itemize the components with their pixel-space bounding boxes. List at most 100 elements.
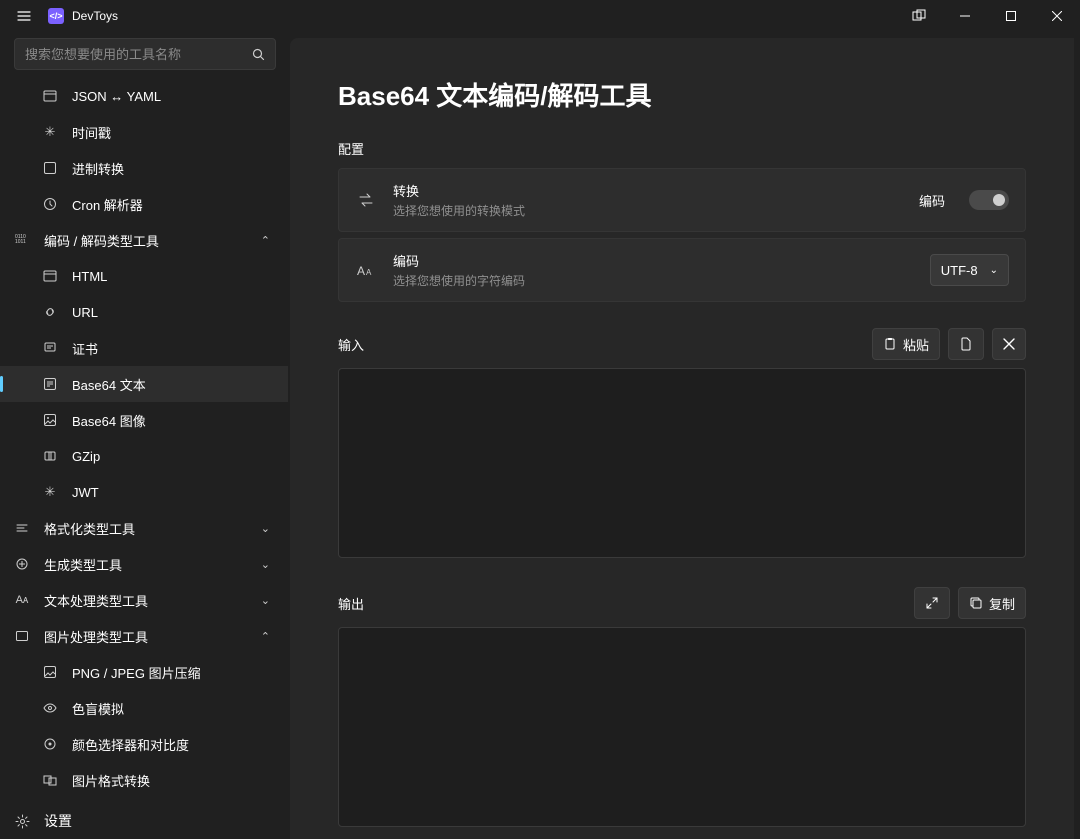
sidebar-item-label: 证书 [72, 339, 288, 358]
convert-icon [42, 772, 58, 788]
config-card-convert: 转换 选择您想使用的转换模式 编码 [338, 168, 1026, 232]
copy-label: 复制 [989, 594, 1015, 613]
svg-text:A: A [366, 268, 372, 277]
chevron-down-icon: ⌄ [261, 522, 270, 535]
sidebar-category-image[interactable]: 图片处理类型工具 ⌃ [0, 618, 288, 654]
content-area: Base64 文本编码/解码工具 配置 转换 选择您想使用的转换模式 编码 AA… [290, 38, 1074, 839]
picker-icon [42, 736, 58, 752]
sidebar-item-label: URL [72, 305, 288, 320]
chevron-up-icon: ⌃ [261, 630, 270, 643]
json-yaml-icon [42, 88, 58, 104]
settings-label: 设置 [44, 811, 72, 831]
sidebar-category-generate[interactable]: 生成类型工具 ⌄ [0, 546, 288, 582]
encoding-title: 编码 [393, 251, 914, 270]
sidebar-item-jwt[interactable]: ✳ JWT [0, 474, 288, 510]
clear-button[interactable] [992, 328, 1026, 360]
sidebar-item-html[interactable]: HTML [0, 258, 288, 294]
expand-button[interactable] [914, 587, 950, 619]
sidebar-item-label: 图片格式转换 [72, 771, 288, 790]
input-label: 输入 [338, 335, 872, 354]
svg-text:0110: 0110 [15, 234, 26, 240]
input-textarea[interactable] [338, 368, 1026, 558]
app-icon: </> [48, 8, 64, 24]
timestamp-icon: ✳ [42, 124, 58, 140]
close-button[interactable] [1034, 0, 1080, 32]
sidebar-category-text[interactable]: Aᴀ 文本处理类型工具 ⌄ [0, 582, 288, 618]
x-icon [1003, 338, 1015, 350]
chevron-down-icon: ⌄ [261, 594, 270, 607]
encode-category-icon: 10110110 [14, 232, 30, 248]
output-textarea[interactable] [338, 627, 1026, 827]
sidebar-item-jsonyaml[interactable]: JSON ↔ YAML [0, 78, 288, 114]
copy-button[interactable]: 复制 [958, 587, 1026, 619]
sidebar-item-color-blind[interactable]: 色盲模拟 [0, 690, 288, 726]
page-title: Base64 文本编码/解码工具 [338, 76, 1026, 113]
sidebar-item-label: 格式化类型工具 [44, 519, 247, 538]
open-file-button[interactable] [948, 328, 984, 360]
base64-text-icon [42, 376, 58, 392]
sidebar-settings[interactable]: 设置 [0, 803, 290, 839]
hamburger-menu[interactable] [8, 0, 40, 32]
output-label: 输出 [338, 594, 914, 613]
base64-image-icon [42, 412, 58, 428]
convert-title: 转换 [393, 181, 903, 200]
sidebar-item-label: 色盲模拟 [72, 699, 288, 718]
sidebar-item-label: Base64 图像 [72, 411, 288, 430]
search-icon [252, 48, 265, 61]
text-category-icon: Aᴀ [14, 592, 30, 608]
paste-button[interactable]: 粘贴 [872, 328, 940, 360]
compact-overlay-button[interactable] [896, 0, 942, 32]
sidebar-item-label: 编码 / 解码类型工具 [44, 231, 247, 250]
sidebar-category-encode[interactable]: 10110110 编码 / 解码类型工具 ⌃ [0, 222, 288, 258]
encoding-desc: 选择您想使用的字符编码 [393, 272, 914, 289]
encoding-dropdown[interactable]: UTF-8 ⌄ [930, 254, 1009, 286]
sidebar-item-base64-image[interactable]: Base64 图像 [0, 402, 288, 438]
close-icon [1052, 11, 1062, 21]
sidebar-item-label: 文本处理类型工具 [44, 591, 247, 610]
minimize-icon [960, 11, 970, 21]
sidebar-item-timestamp[interactable]: ✳ 时间戳 [0, 114, 288, 150]
font-icon: AA [355, 259, 377, 281]
sidebar-item-label: 进制转换 [72, 159, 288, 178]
chevron-down-icon: ⌄ [990, 265, 998, 276]
sidebar-item-url[interactable]: URL [0, 294, 288, 330]
minimize-button[interactable] [942, 0, 988, 32]
sidebar-item-gzip[interactable]: GZip [0, 438, 288, 474]
encode-toggle[interactable] [969, 190, 1009, 210]
sidebar-item-label: Base64 文本 [72, 375, 288, 394]
sidebar-item-cron[interactable]: Cron 解析器 [0, 186, 288, 222]
generate-category-icon [14, 556, 30, 572]
sidebar-item-image-compress[interactable]: PNG / JPEG 图片压缩 [0, 654, 288, 690]
paste-label: 粘贴 [903, 335, 929, 354]
sidebar-item-label: GZip [72, 449, 288, 464]
url-icon [42, 304, 58, 320]
compress-icon [42, 664, 58, 680]
gear-icon [14, 813, 30, 829]
sidebar-item-label: JSON ↔ YAML [72, 89, 288, 104]
search-box[interactable] [14, 38, 276, 70]
sidebar-item-label: 时间戳 [72, 123, 288, 142]
titlebar: </> DevToys [0, 0, 1080, 32]
config-section-label: 配置 [338, 139, 1026, 158]
sidebar-item-label: 生成类型工具 [44, 555, 247, 574]
sidebar-item-color-picker[interactable]: 颜色选择器和对比度 [0, 726, 288, 762]
eye-icon [42, 700, 58, 716]
html-icon [42, 268, 58, 284]
format-category-icon [14, 520, 30, 536]
chevron-down-icon: ⌄ [261, 558, 270, 571]
sidebar-item-certificate[interactable]: 证书 [0, 330, 288, 366]
search-input[interactable] [25, 47, 252, 62]
sidebar-item-base64-text[interactable]: Base64 文本 [0, 366, 288, 402]
sidebar-item-number-base[interactable]: 进制转换 [0, 150, 288, 186]
app-title: DevToys [72, 9, 118, 23]
sidebar-category-format[interactable]: 格式化类型工具 ⌄ [0, 510, 288, 546]
chevron-up-icon: ⌃ [261, 234, 270, 247]
sidebar: JSON ↔ YAML ✳ 时间戳 进制转换 Cron 解析器 10110110… [0, 32, 290, 839]
dropdown-value: UTF-8 [941, 263, 978, 278]
toggle-label: 编码 [919, 191, 945, 210]
maximize-button[interactable] [988, 0, 1034, 32]
sidebar-item-image-convert[interactable]: 图片格式转换 [0, 762, 288, 798]
sidebar-item-label: Cron 解析器 [72, 195, 288, 214]
svg-text:A: A [357, 264, 365, 278]
sidebar-item-label: JWT [72, 485, 288, 500]
